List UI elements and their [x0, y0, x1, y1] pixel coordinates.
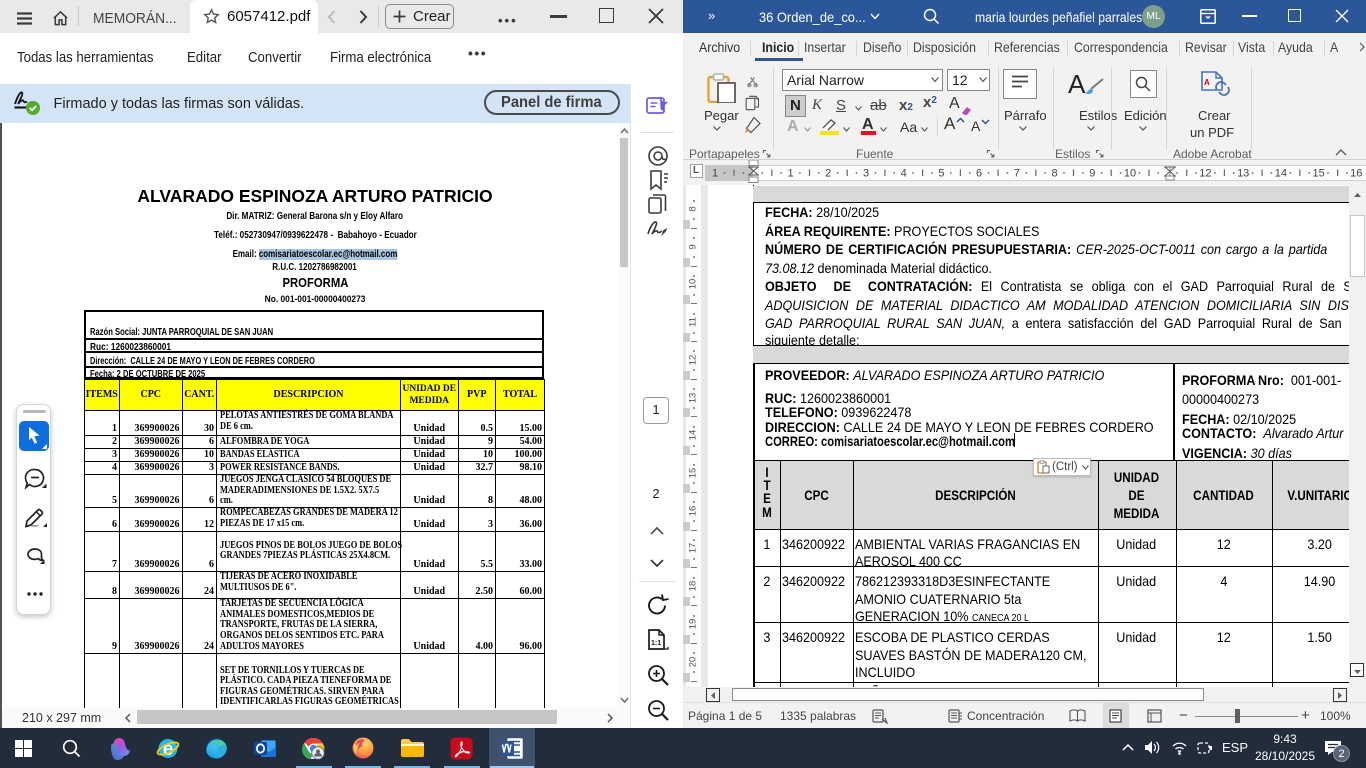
svg-text:9: 9: [1089, 168, 1095, 180]
svg-text:6: 6: [976, 168, 982, 180]
svg-text:4: 4: [901, 168, 907, 180]
svg-text:1:1: 1:1: [651, 640, 661, 647]
svg-text:A: A: [1204, 78, 1210, 87]
svg-text:3: 3: [863, 168, 869, 180]
svg-text:7: 7: [1014, 168, 1020, 180]
svg-text:2: 2: [825, 168, 831, 180]
svg-text:5: 5: [938, 168, 944, 180]
svg-text:14: 14: [1275, 168, 1287, 180]
svg-text:10: 10: [1124, 168, 1136, 180]
svg-text:1: 1: [787, 168, 793, 180]
svg-text:1: 1: [712, 168, 718, 180]
svg-text:8: 8: [1052, 168, 1058, 180]
svg-text:16: 16: [1350, 168, 1362, 180]
svg-text:12: 12: [1199, 168, 1211, 180]
svg-text:13: 13: [1237, 168, 1249, 180]
svg-text:15: 15: [1312, 168, 1324, 180]
